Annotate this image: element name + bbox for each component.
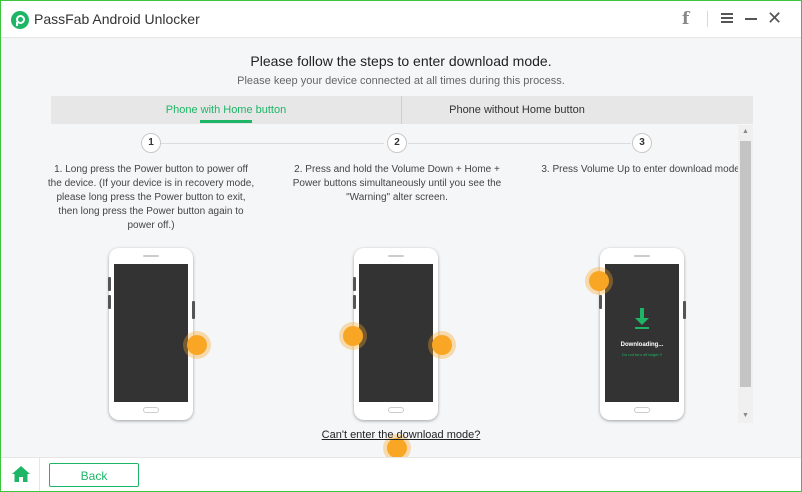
page-title: Please follow the steps to enter downloa… bbox=[250, 53, 552, 69]
tab-phone-without-home-button[interactable]: Phone without Home button bbox=[402, 96, 632, 124]
phone-screen bbox=[114, 264, 188, 402]
home-button bbox=[388, 407, 404, 413]
facebook-icon[interactable]: f bbox=[682, 9, 689, 29]
volume-down-button bbox=[599, 295, 602, 309]
menu-icon[interactable] bbox=[721, 13, 733, 23]
scroll-thumb[interactable] bbox=[740, 141, 751, 387]
volume-down-button bbox=[353, 295, 356, 309]
step-number-1: 1 bbox=[141, 133, 161, 153]
download-warning-text: Do not turn off target !! bbox=[622, 352, 662, 357]
close-icon[interactable]: ✕ bbox=[767, 9, 782, 27]
power-press-indicator bbox=[432, 335, 452, 355]
home-button bbox=[143, 407, 159, 413]
cant-enter-download-mode-link[interactable]: Can't enter the download mode? bbox=[1, 429, 801, 441]
tab-phone-with-home-button[interactable]: Phone with Home button bbox=[51, 96, 401, 124]
phone-illustration-1 bbox=[109, 248, 193, 420]
scroll-down-arrow-icon[interactable]: ▼ bbox=[738, 409, 753, 423]
app-title: PassFab Android Unlocker bbox=[34, 11, 200, 27]
titlebar-divider bbox=[707, 11, 708, 27]
page-subtitle: Please keep your device connected at all… bbox=[237, 75, 565, 87]
steps-panel: 1 2 3 1. Long press the Power button to … bbox=[48, 125, 743, 458]
volume-down-press-indicator bbox=[343, 326, 363, 346]
step-3-text: 3. Press Volume Up to enter download mod… bbox=[541, 164, 743, 175]
step-connector bbox=[408, 143, 631, 144]
title-bar: PassFab Android Unlocker f ✕ bbox=[1, 1, 801, 38]
step-connector bbox=[161, 143, 384, 144]
bottom-bar: Back bbox=[1, 457, 801, 491]
step-number-3: 3 bbox=[632, 133, 652, 153]
volume-up-button bbox=[353, 277, 356, 291]
volume-button bbox=[108, 295, 111, 309]
bottombar-divider bbox=[39, 458, 40, 491]
phone-illustration-2 bbox=[354, 248, 438, 420]
home-icon[interactable] bbox=[12, 466, 30, 482]
power-press-indicator bbox=[187, 335, 207, 355]
step-number-2: 2 bbox=[387, 133, 407, 153]
app-window: PassFab Android Unlocker f ✕ Please foll… bbox=[0, 0, 802, 492]
phone-screen-download: Downloading... Do not turn off target !! bbox=[605, 264, 679, 402]
vertical-scrollbar[interactable]: ▲ ▼ bbox=[738, 125, 753, 423]
back-button[interactable]: Back bbox=[49, 463, 139, 487]
phone-screen bbox=[359, 264, 433, 402]
home-button bbox=[634, 407, 650, 413]
passfab-logo-icon bbox=[11, 11, 29, 29]
phone-illustration-3: Downloading... Do not turn off target !! bbox=[600, 248, 684, 420]
phone-type-tabs: Phone with Home button Phone without Hom… bbox=[51, 96, 753, 124]
step-1-text: 1. Long press the Power button to power … bbox=[47, 164, 255, 231]
home-press-indicator bbox=[387, 438, 407, 458]
power-button bbox=[683, 301, 686, 319]
downloading-text: Downloading... bbox=[620, 342, 664, 348]
download-arrow-icon bbox=[635, 308, 649, 329]
main-content: Please follow the steps to enter downloa… bbox=[1, 38, 801, 458]
scroll-up-arrow-icon[interactable]: ▲ bbox=[738, 125, 753, 139]
minimize-icon[interactable] bbox=[745, 18, 757, 20]
step-2-text: 2. Press and hold the Volume Down + Home… bbox=[292, 164, 502, 203]
volume-button bbox=[108, 277, 111, 291]
power-button bbox=[192, 301, 195, 319]
volume-up-press-indicator bbox=[589, 271, 609, 291]
